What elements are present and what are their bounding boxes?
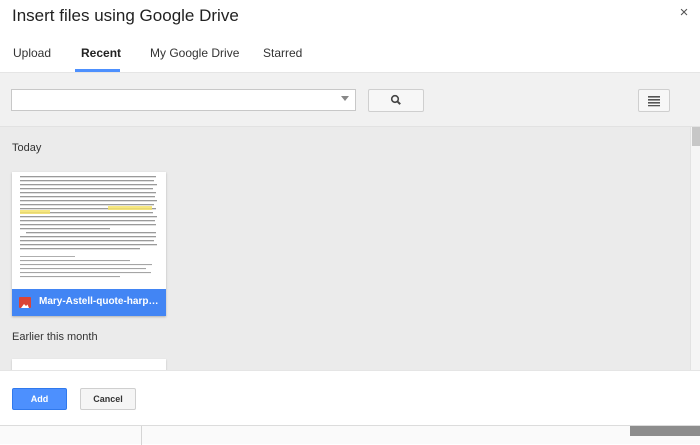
active-tab-indicator <box>75 69 120 72</box>
tab-recent[interactable]: Recent <box>81 46 121 60</box>
search-toolbar <box>0 73 700 127</box>
dialog-title: Insert files using Google Drive <box>12 6 239 25</box>
search-input[interactable] <box>11 89 356 111</box>
background-page <box>0 425 700 445</box>
section-label-today: Today <box>12 142 42 154</box>
file-card-partial[interactable] <box>12 359 166 370</box>
file-thumbnail <box>12 172 166 289</box>
tab-starred[interactable]: Starred <box>263 46 302 60</box>
section-label-earlier-this-month: Earlier this month <box>12 331 98 343</box>
scrollbar-thumb[interactable] <box>692 127 700 146</box>
list-view-button[interactable] <box>638 89 670 112</box>
background-divider <box>141 426 142 445</box>
file-name: Mary-Astell-quote-harp-b... <box>39 296 161 307</box>
close-icon[interactable]: × <box>676 5 692 21</box>
cancel-button[interactable]: Cancel <box>80 388 136 410</box>
list-view-icon <box>648 96 660 107</box>
document-thumbnail-image <box>20 176 157 278</box>
background-element <box>630 426 700 436</box>
scrollbar[interactable] <box>690 127 700 370</box>
file-label-bar: Mary-Astell-quote-harp-b... <box>12 289 166 316</box>
search-button[interactable] <box>368 89 424 112</box>
search-icon <box>390 94 401 105</box>
add-button[interactable]: Add <box>12 388 67 410</box>
file-list-area: Today Mary-Astell-quote-harp-b... Earlie… <box>0 127 690 370</box>
dialog-footer: Add Cancel <box>0 370 700 426</box>
tab-bar: Upload Recent My Google Drive Starred <box>0 38 700 73</box>
file-card[interactable]: Mary-Astell-quote-harp-b... <box>12 172 166 316</box>
tab-my-google-drive[interactable]: My Google Drive <box>150 46 239 60</box>
tab-upload[interactable]: Upload <box>13 46 51 60</box>
image-file-icon <box>19 297 31 308</box>
insert-files-dialog: Insert files using Google Drive × Upload… <box>0 0 700 444</box>
chevron-down-icon[interactable] <box>341 96 349 101</box>
